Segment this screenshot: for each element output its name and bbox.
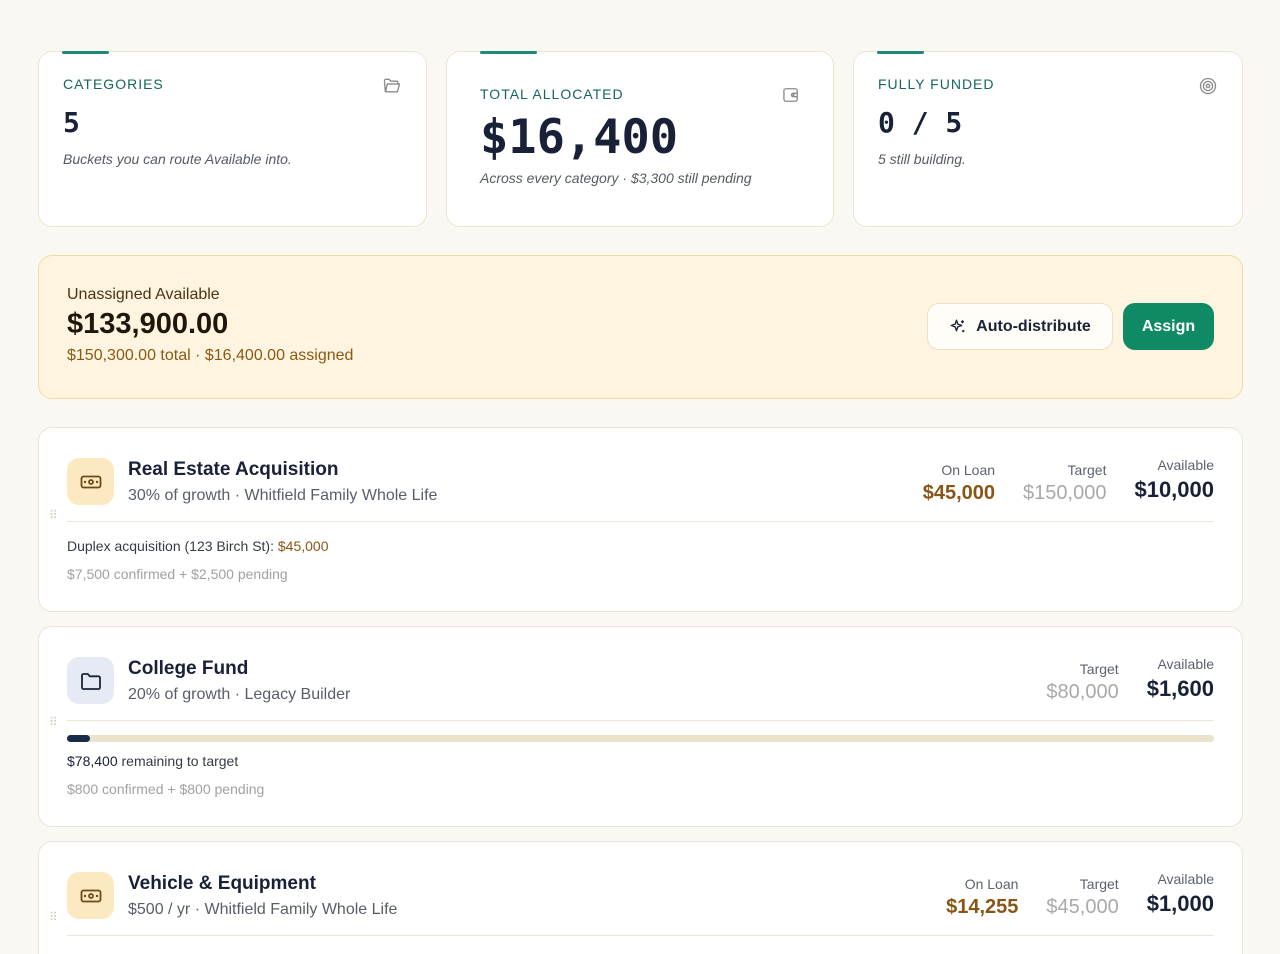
drag-handle-icon[interactable]: ⠿	[49, 509, 58, 524]
metric-value: $10,000	[1134, 477, 1214, 502]
stat-value: $16,400	[480, 110, 679, 165]
category-subtitle: 30% of growth · Whitfield Family Whole L…	[128, 487, 438, 504]
metric-value: $80,000	[1046, 681, 1119, 703]
divider	[67, 720, 1214, 721]
pending-text: $7,500 confirmed + $2,500 pending	[67, 566, 288, 582]
folder-icon	[67, 657, 114, 704]
metric-on-loan: On Loan $45,000	[923, 462, 995, 505]
stats-row: CATEGORIES 5 Buckets you can route Avail…	[38, 50, 1243, 227]
category-card-real-estate[interactable]: ⠿ Real Estate Acquisition 30% of growth …	[38, 427, 1243, 612]
stat-note: 5 still building.	[878, 151, 966, 167]
target-icon	[1199, 77, 1217, 95]
category-title: Real Estate Acquisition	[128, 459, 339, 480]
card-accent	[877, 50, 924, 54]
auto-distribute-button[interactable]: Auto-distribute	[927, 303, 1113, 350]
metric-value: $45,000	[1046, 896, 1119, 918]
stat-label: FULLY FUNDED	[878, 76, 995, 92]
metric-target: Target $150,000	[1023, 462, 1106, 505]
metric-label: Available	[1157, 457, 1214, 473]
metric-value: $45,000	[922, 482, 996, 504]
remaining-detail: $78,400 remaining to target	[67, 753, 238, 769]
loan-detail-text: Duplex acquisition (123 Birch St):	[67, 538, 278, 554]
stat-label: CATEGORIES	[63, 76, 164, 92]
metric-label: Available	[1157, 656, 1214, 672]
pending-text: $800 confirmed + $800 pending	[67, 781, 265, 797]
metric-value: $150,000	[1023, 482, 1107, 504]
metric-target: Target $80,000	[1046, 661, 1118, 704]
metric-value: $1,000	[1146, 891, 1214, 916]
metric-label: Available	[1157, 871, 1214, 887]
category-subtitle: $500 / yr · Whitfield Family Whole Life	[128, 901, 398, 918]
assign-button[interactable]: Assign	[1123, 303, 1214, 350]
progress-bar	[67, 735, 1214, 742]
category-title: College Fund	[128, 658, 249, 679]
remaining-amount: $78,400	[67, 753, 118, 769]
stat-card-total-allocated: TOTAL ALLOCATED $16,400 Across every cat…	[446, 50, 834, 227]
drag-handle-icon[interactable]: ⠿	[49, 716, 58, 731]
category-title: Vehicle & Equipment	[128, 873, 316, 894]
metric-target: Target $45,000	[1046, 876, 1118, 919]
metric-value: $1,600	[1146, 676, 1214, 701]
metric-available: Available $1,600	[1147, 656, 1214, 702]
progress-fill	[67, 735, 90, 742]
stat-value: 5	[63, 106, 80, 139]
cash-icon	[67, 872, 114, 919]
metric-label: Target	[1079, 876, 1119, 892]
metric-available: Available $10,000	[1134, 457, 1214, 503]
auto-distribute-label: Auto-distribute	[976, 317, 1091, 335]
category-subtitle: 20% of growth · Legacy Builder	[128, 686, 351, 703]
metric-available: Available $1,000	[1147, 871, 1214, 917]
loan-detail-amount: $45,000	[277, 538, 329, 554]
metric-on-loan: On Loan $14,255	[946, 876, 1018, 919]
unassigned-banner: Unassigned Available $133,900.00 $150,30…	[38, 255, 1243, 399]
metric-label: Target	[1067, 462, 1107, 478]
category-card-vehicle[interactable]: ⠿ Vehicle & Equipment $500 / yr · Whitfi…	[38, 841, 1243, 954]
card-accent	[480, 50, 537, 54]
metric-label: Target	[1079, 661, 1119, 677]
loan-detail: Duplex acquisition (123 Birch St): $45,0…	[67, 538, 328, 554]
divider	[67, 935, 1214, 936]
metric-label: On Loan	[941, 462, 996, 478]
sparkle-icon	[950, 319, 965, 332]
category-card-college-fund[interactable]: ⠿ College Fund 20% of growth · Legacy Bu…	[38, 626, 1243, 827]
stat-value: 0 / 5	[878, 106, 963, 139]
category-metrics: Target $80,000 Available $1,600	[1046, 656, 1214, 704]
stat-note: Buckets you can route Available into.	[63, 151, 292, 167]
stat-note: Across every category · $3,300 still pen…	[480, 169, 752, 186]
category-metrics: On Loan $14,255 Target $45,000 Available…	[946, 871, 1214, 919]
cash-icon	[67, 458, 114, 505]
drag-handle-icon[interactable]: ⠿	[49, 911, 58, 926]
unassigned-label: Unassigned Available	[67, 286, 220, 303]
folder-open-icon	[383, 78, 401, 93]
wallet-icon	[783, 88, 798, 102]
metric-value: $14,255	[946, 896, 1019, 918]
divider	[67, 521, 1214, 522]
banner-actions: Auto-distribute Assign	[927, 303, 1214, 350]
stat-card-fully-funded: FULLY FUNDED 0 / 5 5 still building.	[853, 50, 1243, 227]
card-accent	[62, 50, 109, 54]
remaining-text: remaining to target	[117, 753, 239, 769]
metric-label: On Loan	[964, 876, 1019, 892]
stat-label: TOTAL ALLOCATED	[480, 86, 624, 102]
stat-card-categories: CATEGORIES 5 Buckets you can route Avail…	[38, 50, 427, 227]
category-metrics: On Loan $45,000 Target $150,000 Availabl…	[923, 457, 1214, 505]
